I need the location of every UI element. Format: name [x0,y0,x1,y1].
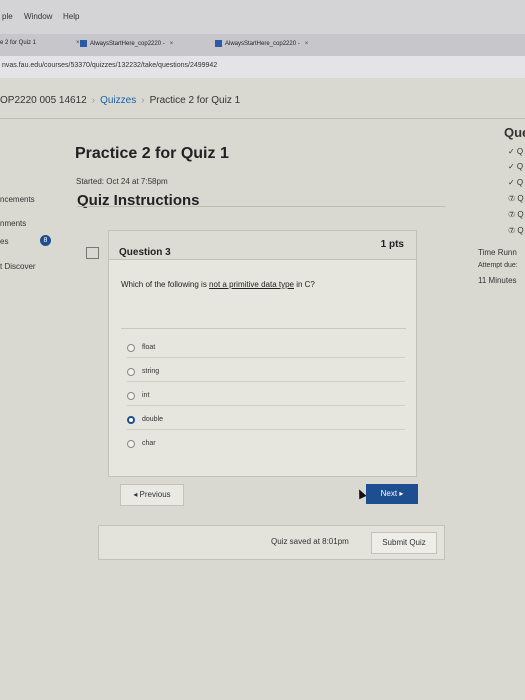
browser-tabstrip: e 2 for Quiz 1 × AlwaysStartHere_cop2220 … [0,34,525,56]
menu-app[interactable]: ple [2,12,13,21]
questions-heading: Questi [504,125,525,140]
question-number: Question 3 [119,247,171,258]
tab-alwaysstarthere-2[interactable]: AlwaysStartHere_cop2220 - × [215,40,308,54]
next-button[interactable]: Next ▸ [366,484,418,504]
question-link-3[interactable]: ✓ Q [508,178,523,187]
breadcrumb-quizzes[interactable]: Quizzes [100,95,136,106]
url-text: nvas.fau.edu/courses/53370/quizzes/13223… [2,62,218,69]
previous-button[interactable]: ◂ Previous [120,484,184,506]
unread-badge: 8 [40,235,51,246]
canvas-favicon-icon [215,40,222,47]
nav-announcements[interactable]: ncements [0,195,35,204]
header-divider [0,118,525,119]
nav-discover[interactable]: t Discover [0,262,36,271]
attempt-due-label: Attempt due: [478,262,518,269]
saved-status: Quiz saved at 8:01pm [271,537,349,546]
page-title: Practice 2 for Quiz 1 [75,145,229,162]
answer-option-string[interactable]: string [127,365,405,382]
tab-practice-quiz[interactable]: e 2 for Quiz 1 × [0,40,80,54]
submit-bar: Quiz saved at 8:01pm Submit Quiz [98,525,445,560]
question-divider [121,328,406,329]
submit-quiz-button[interactable]: Submit Quiz [371,532,437,554]
radio-button[interactable] [127,368,135,376]
menu-window[interactable]: Window [24,12,52,21]
answer-option-char[interactable]: char [127,437,405,453]
os-menubar: ple Window Help [0,0,525,34]
close-icon[interactable]: × [170,41,174,47]
radio-button[interactable] [127,440,135,448]
question-link-5[interactable]: ⑦ Q [508,210,524,219]
breadcrumb-current: Practice 2 for Quiz 1 [149,95,241,106]
answer-option-double[interactable]: double [127,413,405,430]
mouse-cursor-icon [355,487,367,500]
question-header: Question 3 1 pts [109,231,416,260]
instructions-divider [77,206,445,207]
tab-alwaysstarthere-1[interactable]: AlwaysStartHere_cop2220 - × [80,40,173,54]
question-link-1[interactable]: ✓ Q [508,147,523,156]
question-link-6[interactable]: ⑦ Q [508,226,524,235]
menu-help[interactable]: Help [63,12,79,21]
question-navigation: ◂ Previous Next ▸ [120,484,420,506]
answer-option-int[interactable]: int [127,389,405,406]
radio-button[interactable] [127,344,135,352]
breadcrumb: OP2220 005 14612 › Quizzes › Practice 2 for … [0,95,240,106]
question-card: Question 3 1 pts Which of the following … [108,230,417,477]
breadcrumb-separator: › [141,95,145,106]
question-points: 1 pts [380,239,404,250]
question-link-2[interactable]: ✓ Q [508,162,523,171]
address-bar[interactable]: nvas.fau.edu/courses/53370/quizzes/13223… [0,56,525,78]
question-text: Which of the following is not a primitiv… [121,280,315,289]
time-remaining: 11 Minutes [478,276,517,285]
radio-button-selected[interactable] [127,416,135,424]
nav-assignments[interactable]: nments [0,219,26,228]
flag-question-icon[interactable] [86,247,99,259]
breadcrumb-separator: › [91,95,96,106]
radio-button[interactable] [127,392,135,400]
question-link-4[interactable]: ⑦ Q [508,194,524,203]
canvas-favicon-icon [80,40,87,47]
breadcrumb-course[interactable]: OP2220 005 14612 [0,95,87,106]
time-running-label: Time Runn [478,248,517,257]
answer-option-float[interactable]: float [127,341,405,358]
started-time: Started: Oct 24 at 7:58pm [76,177,168,186]
nav-modules[interactable]: es [0,237,8,246]
close-icon[interactable]: × [305,41,309,47]
